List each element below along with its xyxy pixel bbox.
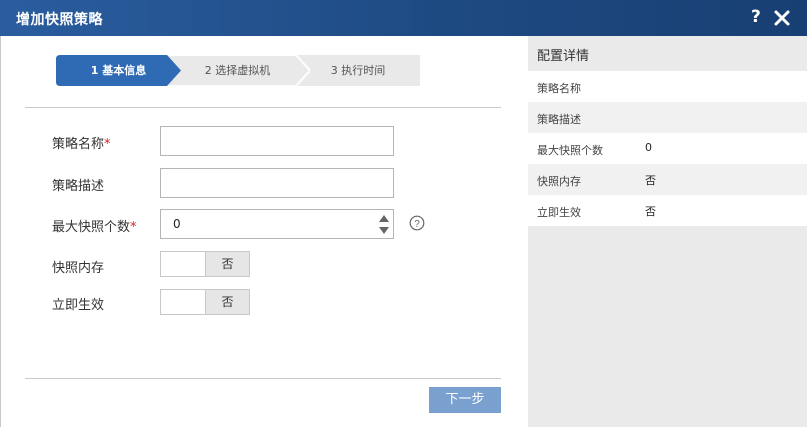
dialog-titlebar: 增加快照策略 ? — [0, 0, 807, 36]
policy-name-input[interactable] — [160, 126, 394, 156]
step-label: 2 选择虚拟机 — [204, 64, 271, 77]
detail-row: 策略名称 — [528, 71, 807, 102]
detail-row: 立即生效 否 — [528, 195, 807, 226]
config-details-panel: 配置详情 策略名称 策略描述 最大快照个数 0 快照内存 否 立即生效 否 — [528, 36, 807, 427]
next-step-button[interactable]: 下一步 — [429, 387, 501, 413]
help-icon[interactable]: ? — [751, 7, 761, 27]
effective-now-toggle[interactable]: 否 — [160, 289, 250, 315]
dialog-title: 增加快照策略 — [16, 12, 103, 28]
question-circle-icon[interactable]: ? — [409, 215, 425, 231]
decrement-icon[interactable] — [377, 224, 391, 236]
step-label: 3 执行时间 — [330, 64, 386, 77]
step-basic-info[interactable]: 1 基本信息 — [56, 55, 181, 86]
effective-now-label: 立即生效 — [52, 298, 105, 313]
step-select-vm[interactable]: 2 选择虚拟机 — [165, 55, 310, 86]
max-snapshots-value: 0 — [173, 217, 181, 231]
svg-text:?: ? — [414, 219, 420, 230]
snapshot-memory-label: 快照内存 — [52, 261, 105, 276]
detail-row: 快照内存 否 — [528, 164, 807, 195]
policy-desc-label: 策略描述 — [52, 179, 105, 194]
max-snapshots-label: 最大快照个数* — [52, 220, 137, 235]
snapshot-memory-value: 否 — [205, 252, 249, 276]
detail-row: 策略描述 — [528, 102, 807, 133]
policy-desc-input[interactable] — [160, 168, 394, 198]
detail-row: 最大快照个数 0 — [528, 133, 807, 164]
step-label: 1 基本信息 — [90, 64, 147, 77]
max-snapshots-stepper[interactable]: 0 — [160, 209, 394, 239]
divider-bottom — [25, 378, 501, 379]
step-execution-time[interactable]: 3 执行时间 — [296, 55, 420, 86]
divider-top — [25, 107, 501, 108]
policy-name-label: 策略名称* — [52, 137, 111, 152]
snapshot-memory-toggle[interactable]: 否 — [160, 251, 250, 277]
effective-now-value: 否 — [205, 290, 249, 314]
close-icon[interactable] — [773, 7, 791, 27]
panel-title: 配置详情 — [537, 49, 590, 64]
dialog-border — [0, 36, 1, 427]
